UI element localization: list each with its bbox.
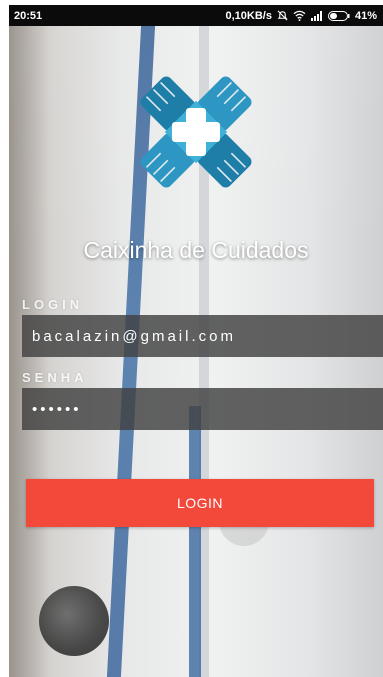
- status-bar: 20:51 0,10KB/s 41%: [9, 5, 383, 26]
- network-speed: 0,10KB/s: [225, 9, 272, 22]
- password-label: SENHA: [22, 370, 88, 385]
- app-screen: 20:51 0,10KB/s 41% Caixinha de Cuidados …: [9, 5, 383, 677]
- battery-level: 41%: [354, 9, 377, 22]
- login-button[interactable]: LOGIN: [26, 479, 374, 527]
- login-label: LOGIN: [22, 297, 84, 312]
- password-input[interactable]: ••••••: [22, 388, 383, 430]
- app-title: Caixinha de Cuidados: [83, 237, 309, 263]
- status-time: 20:51: [14, 9, 43, 22]
- hands-cross-logo: [131, 67, 261, 197]
- status-indicators: 0,10KB/s 41%: [225, 10, 377, 22]
- login-input[interactable]: bacalazin@gmail.com: [22, 315, 383, 357]
- signal-icon: [310, 10, 323, 21]
- wifi-icon: [293, 10, 306, 21]
- battery-icon: [327, 10, 350, 21]
- mute-icon: [277, 10, 288, 21]
